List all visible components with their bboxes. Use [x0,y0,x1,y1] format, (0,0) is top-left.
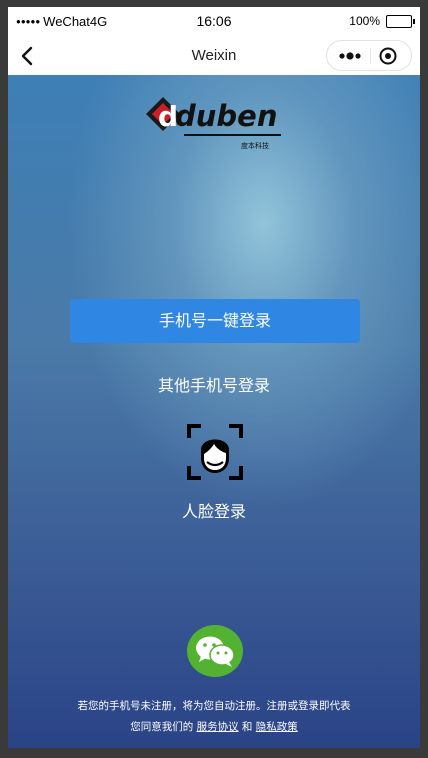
close-miniprogram-button[interactable] [377,46,399,66]
notice-line-1: 若您的手机号未注册，将为您自动注册。注册或登录即代表 [77,700,351,712]
other-phone-login-link[interactable]: 其他手机号登录 [8,372,420,396]
notice-prefix: 您同意我们的 [130,721,194,733]
battery-percent: 100% [349,14,380,28]
face-scan-icon [187,424,243,480]
phone-screen: ●●●●● WeChat4G 16:06 100% Weixin d duben… [8,7,420,748]
face-login-button[interactable] [187,424,243,480]
more-dots-icon [339,52,361,60]
logo-brand-text: duben [175,99,277,133]
privacy-policy-link[interactable]: 隐私政策 [256,721,298,733]
capsule-divider [370,48,371,64]
nav-bar: Weixin [8,37,420,75]
more-button[interactable] [335,47,365,65]
face-login-label[interactable]: 人脸登录 [8,498,420,522]
service-agreement-link[interactable]: 服务协议 [197,721,239,733]
notice-and: 和 [241,721,253,733]
registration-notice: 若您的手机号未注册，将为您自动注册。注册或登录即代表 您同意我们的 服务协议 和… [8,696,420,738]
company-logo: d duben 度本科技 [144,89,284,159]
one-click-login-button[interactable]: 手机号一键登录 [70,299,360,343]
login-content: d duben 度本科技 手机号一键登录 其他手机号登录 人脸登录 若您的手机号… [8,75,420,748]
wechat-icon [196,636,235,667]
status-right: 100% [349,14,415,28]
target-close-icon [379,47,397,65]
capsule-menu [326,40,412,71]
wechat-login-button[interactable] [187,625,243,677]
notice-line-2: 您同意我们的 服务协议 和 隐私政策 [8,717,420,738]
battery-icon [386,14,415,28]
status-bar: ●●●●● WeChat4G 16:06 100% [8,7,420,37]
logo-subtitle: 度本科技 [241,141,269,150]
